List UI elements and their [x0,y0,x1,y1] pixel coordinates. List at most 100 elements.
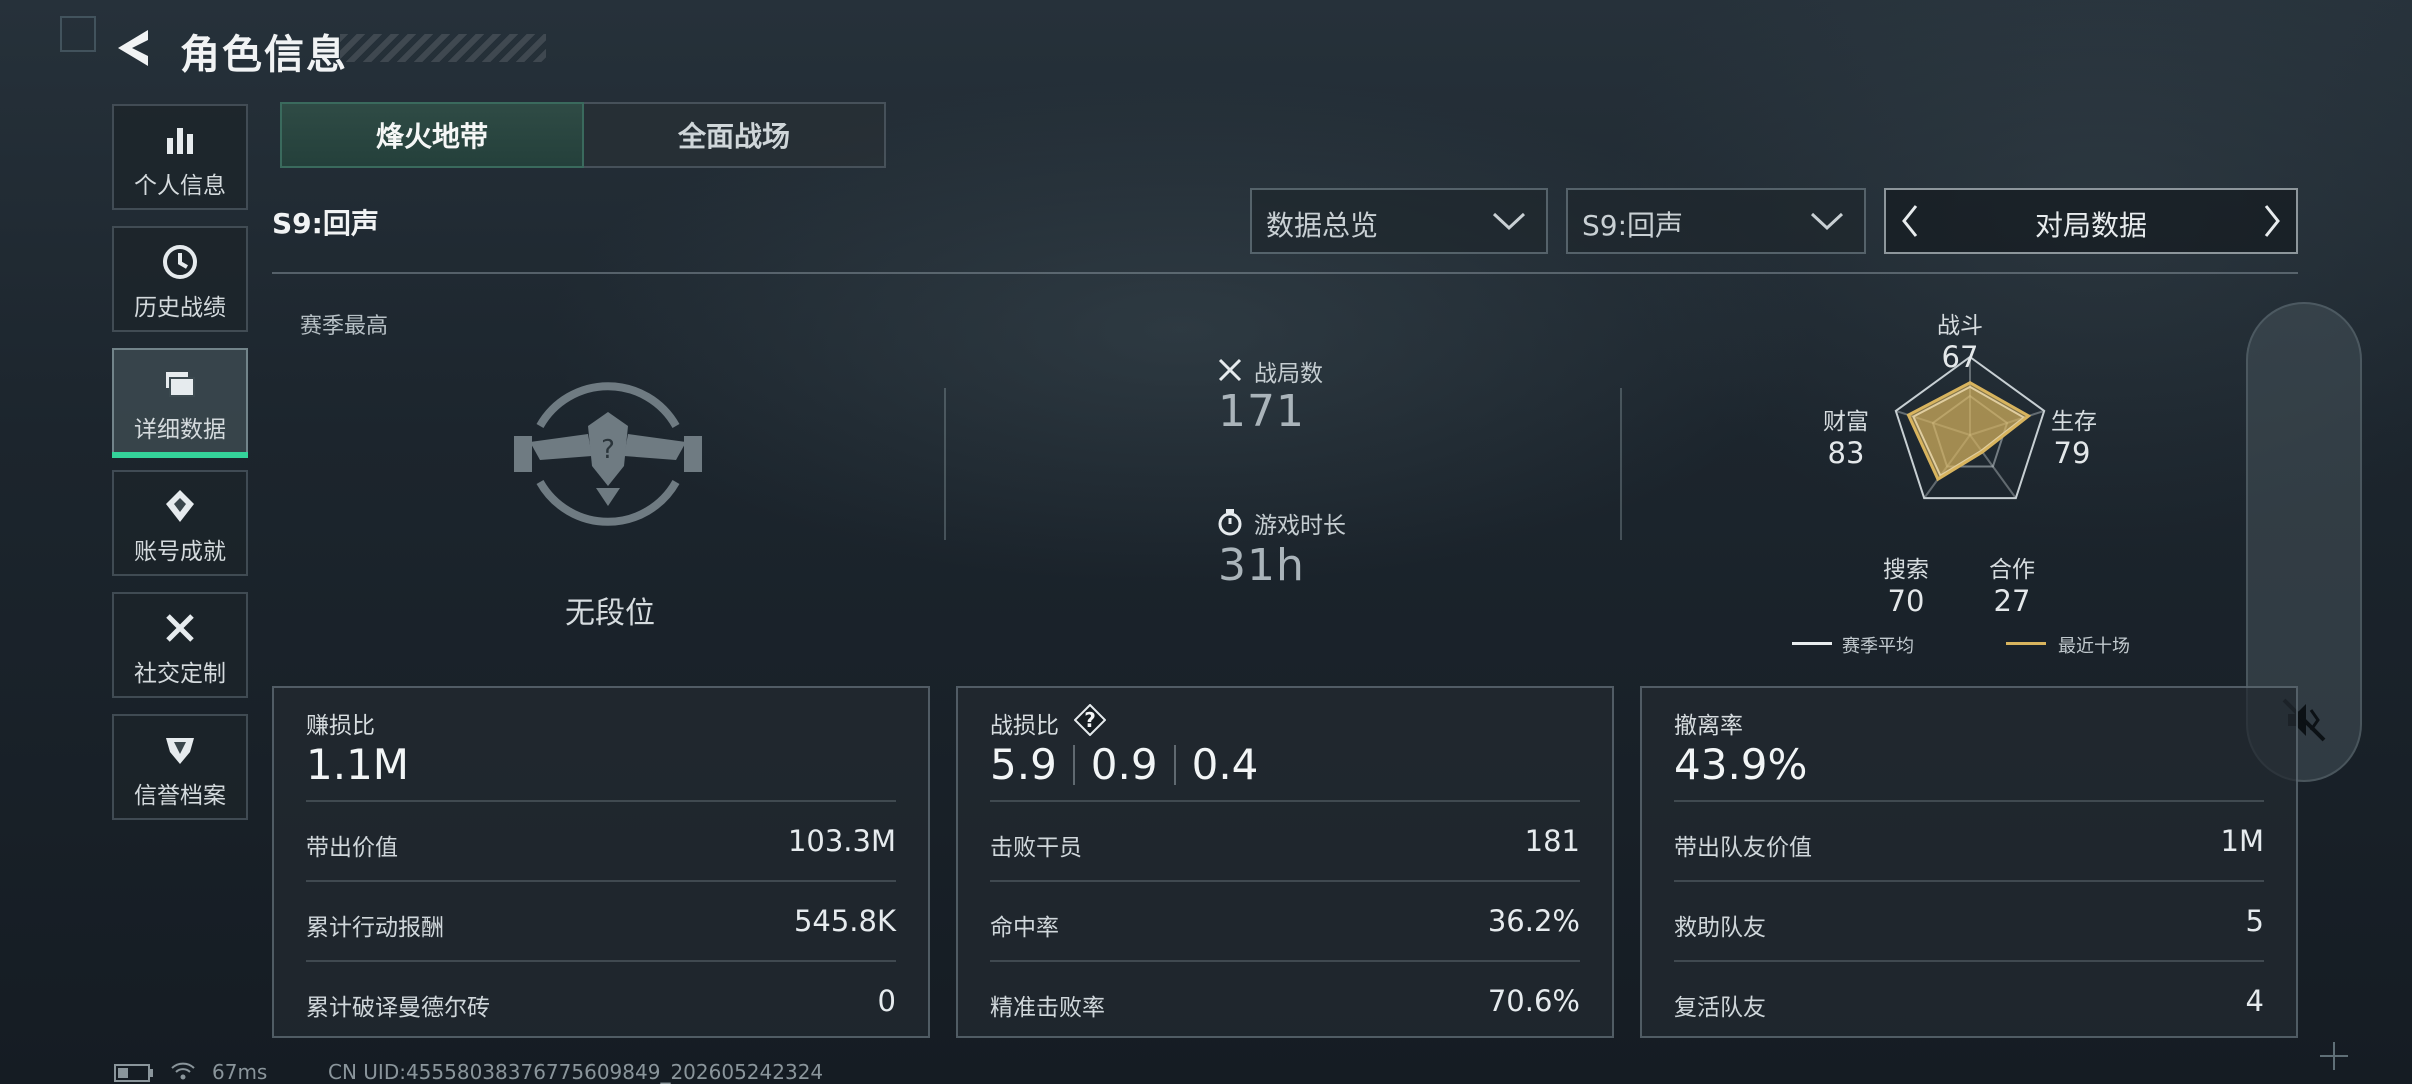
sidebar-item-social[interactable]: 社交定制 [112,592,248,698]
chevron-right-icon [2264,205,2280,237]
legend-label-recent-ten: 最近十场 [2058,636,2130,657]
history-clock-icon [163,245,197,279]
playtime-value: 31h [1218,540,1305,591]
sidebar-item-history[interactable]: 历史战绩 [112,226,248,332]
table-row: 累计行动报酬 545.8K [306,880,896,962]
row-label: 累计破译曼德尔砖 [306,995,490,1021]
kd-separator [1173,745,1176,785]
row-value: 0 [877,984,896,1018]
medal-icon [166,490,194,522]
sidebar-item-label: 社交定制 [134,661,226,687]
profit-title: 赚损比 [306,713,375,739]
rank-text: 无段位 [565,596,655,631]
view-select[interactable]: 数据总览 [1250,188,1548,254]
battery-icon [114,1064,153,1082]
row-value: 545.8K [793,904,896,938]
radar-axis-label: 生存 [2051,409,2097,435]
kd-value-3: 0.4 [1191,740,1259,789]
question-diamond-icon: ? [1073,703,1107,737]
row-label: 带出价值 [306,835,398,861]
title-decoration [340,34,546,62]
table-row: 带出队友价值 1M [1674,800,2264,882]
switcher-next-button[interactable] [2246,190,2296,252]
matches-label: 战局数 [1254,361,1323,387]
radar-axis-label: 财富 [1823,409,1869,435]
table-row: 带出价值 103.3M [306,800,896,882]
combat-panel: 战损比 ? 5.9 0.9 0.4 击败干员 181 命中率 36.2% 精准击败率… [956,686,1614,1038]
extract-panel: 撤离率 43.9% 带出队友价值 1M 救助队友 5 复活队友 4 [1640,686,2298,1038]
crossed-swords-icon [1218,358,1242,382]
kd-separator [1072,745,1075,785]
radar-axis-label: 战斗 [1937,313,1983,339]
summary-divider [1620,388,1622,540]
table-row: 复活队友 4 [1674,960,2264,1042]
shield-badge-icon [166,738,194,764]
row-label: 命中率 [990,915,1059,941]
sidebar-item-label: 信誉档案 [134,783,226,809]
switcher-label: 对局数据 [2034,209,2147,242]
profit-value: 1.1M [306,740,410,789]
row-value: 181 [1524,824,1580,858]
legend-label-season-average: 赛季平均 [1842,636,1914,657]
table-row: 命中率 36.2% [990,880,1580,962]
folder-icon [166,372,195,397]
sidebar-item-label: 详细数据 [134,417,226,443]
section-divider [272,272,2298,274]
season-title: S9:回声 [272,207,379,240]
row-value: 5 [2245,904,2264,938]
row-value: 1M [2220,824,2264,858]
table-row: 救助队友 5 [1674,880,2264,962]
svg-text:?: ? [601,435,615,465]
view-select-value: 数据总览 [1266,209,1379,242]
season-select[interactable]: S9:回声 [1566,188,1866,254]
table-row: 精准击败率 70.6% [990,960,1580,1042]
table-row: 击败干员 181 [990,800,1580,882]
sidebar-item-reputation[interactable]: 信誉档案 [112,714,248,820]
back-arrow-icon [118,30,148,66]
sidebar-item-personal-info[interactable]: 个人信息 [112,104,248,210]
kd-value-2: 0.9 [1090,740,1158,789]
row-value: 4 [2245,984,2264,1018]
sidebar-item-label: 个人信息 [134,173,226,199]
season-best-label: 赛季最高 [300,314,389,339]
playtime-label: 游戏时长 [1254,513,1346,539]
summary-divider [944,388,946,540]
radar-axis-value: 79 [2053,436,2091,470]
help-button[interactable]: ? [1073,703,1107,737]
rank-emblem-icon: ? [514,382,702,526]
chevron-down-icon [1810,212,1844,231]
row-label: 击败干员 [990,835,1082,861]
radar-axis-value: 83 [1827,436,1865,470]
row-label: 精准击败率 [990,995,1105,1021]
uid-text: CN UID:45558038376775609849_202605242324 [328,1060,824,1084]
row-label: 救助队友 [1674,915,1766,941]
corner-frame-mark [60,16,96,52]
tab-haven-zone[interactable]: 烽火地带 [280,102,584,168]
svg-text:?: ? [1084,708,1096,732]
sidebar-item-label: 历史战绩 [134,295,226,321]
tools-icon [166,614,194,642]
row-value: 36.2% [1487,904,1580,938]
legend-swatch-recent-ten [2006,642,2046,645]
back-button[interactable] [110,24,158,72]
plus-icon [2320,1042,2348,1070]
tab-full-battlefield[interactable]: 全面战场 [584,102,886,168]
bar-chart-icon [167,128,193,154]
page-title: 角色信息 [180,32,348,78]
ping-text: 67ms [212,1060,268,1084]
radar-axis-label: 搜索 [1883,557,1929,583]
profit-panel: 赚损比 1.1M 带出价值 103.3M 累计行动报酬 545.8K 累计破译曼… [272,686,930,1038]
table-row: 累计破译曼德尔砖 0 [306,960,896,1042]
extract-value: 43.9% [1674,740,1808,789]
row-label: 累计行动报酬 [306,915,444,941]
combat-title: 战损比 [990,713,1059,739]
row-value: 70.6% [1487,984,1580,1018]
sidebar-item-detailed-data[interactable]: 详细数据 [112,348,248,458]
row-label: 带出队友价值 [1674,835,1812,861]
chevron-down-icon [1492,212,1526,231]
radar-axis-value: 27 [1993,584,2031,618]
radar-axis-value: 67 [1941,340,1979,374]
wifi-icon [171,1062,195,1080]
kd-values: 5.9 0.9 0.4 [990,740,1258,789]
sidebar-item-achievements[interactable]: 账号成就 [112,470,248,576]
